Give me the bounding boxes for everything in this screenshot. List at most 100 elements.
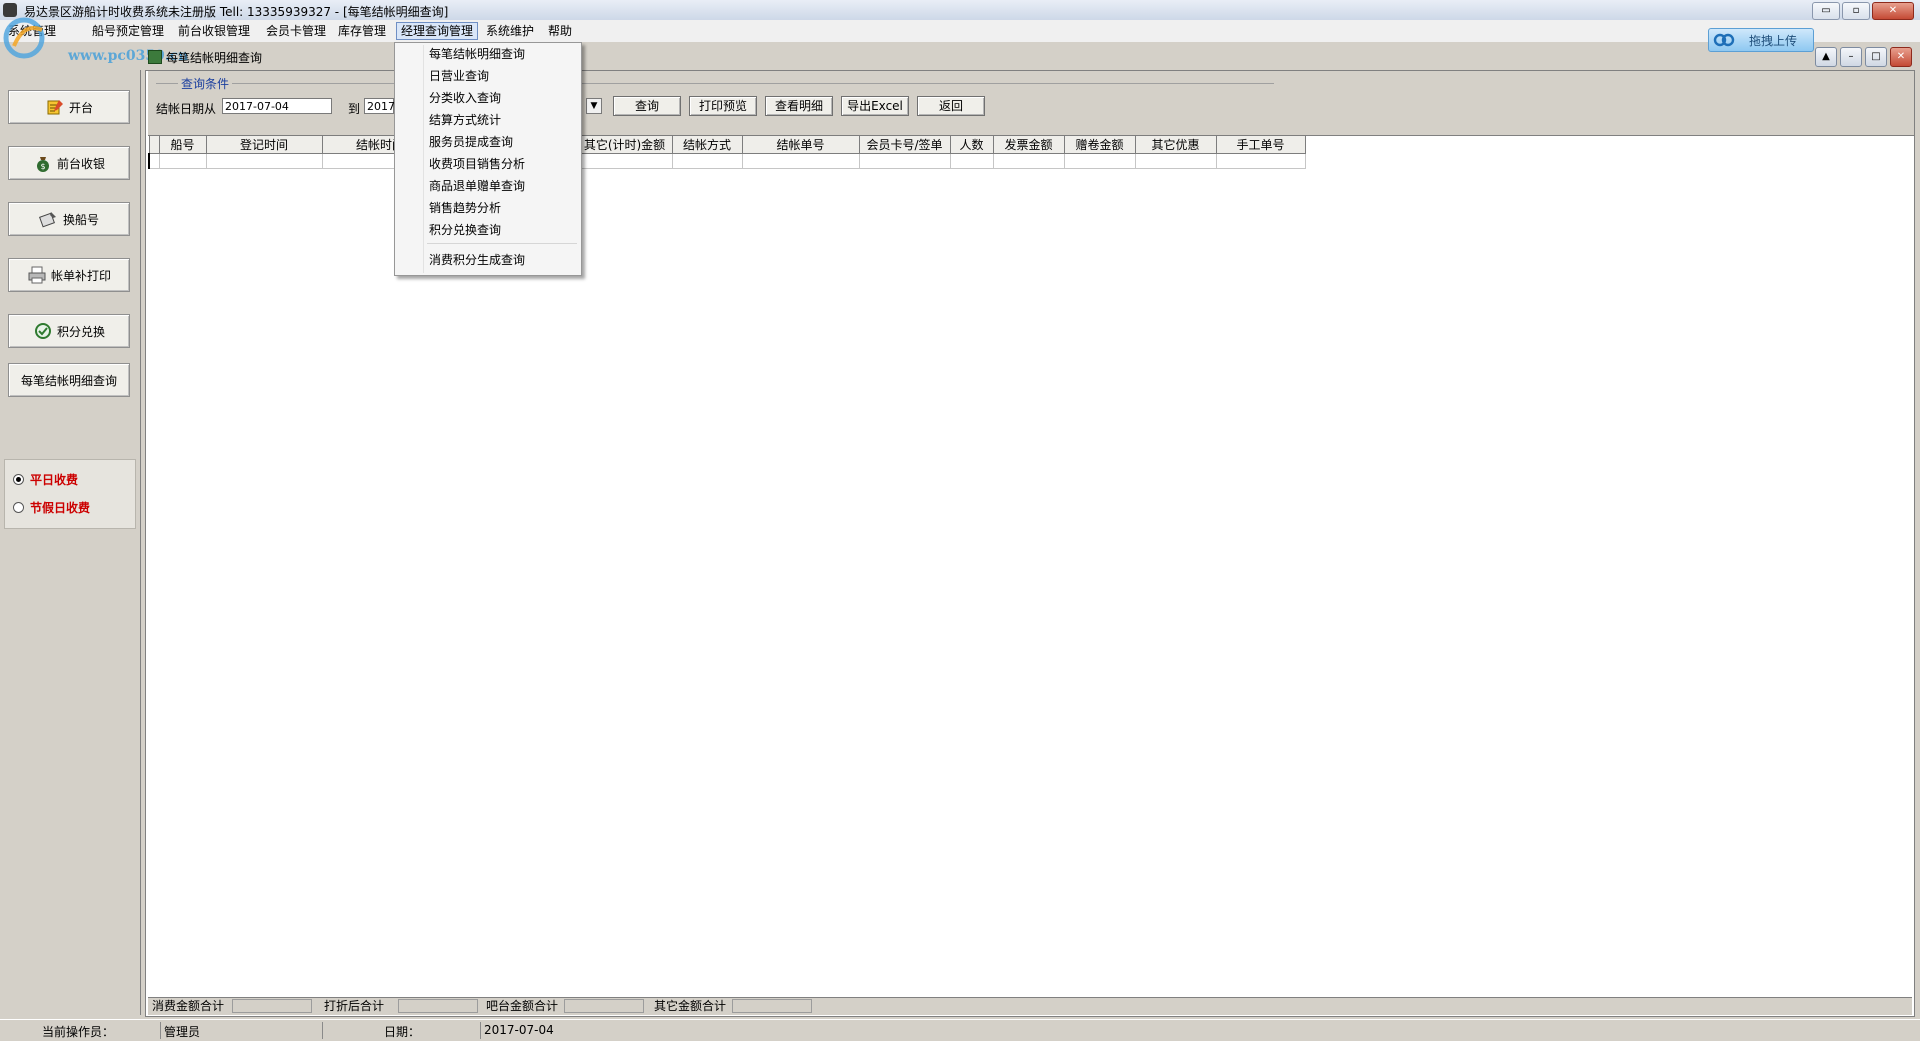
row-selector-header xyxy=(148,135,160,154)
window-title: 易达景区游船计时收费系统未注册版 Tell: 13335939327 - [每笔… xyxy=(24,5,449,19)
discounted-total-label: 打折后合计 xyxy=(324,999,385,1013)
drag-upload-button[interactable]: 拖拽上传 xyxy=(1708,28,1814,52)
menu-item-points-generation[interactable]: 消费积分生成查询 xyxy=(429,251,525,269)
child-minimize-button[interactable]: – xyxy=(1840,47,1862,67)
weekday-fee-radio[interactable]: 平日收费 xyxy=(13,470,78,488)
date-from-input[interactable]: 2017-07-04 xyxy=(222,98,332,114)
menu-boat-reservation[interactable]: 船号预定管理 xyxy=(88,23,168,39)
menu-item-settlement-stats[interactable]: 结算方式统计 xyxy=(429,111,501,129)
menu-help[interactable]: 帮助 xyxy=(544,23,576,39)
menu-manager-query[interactable]: 经理查询管理 xyxy=(396,22,479,40)
query-conditions-title: 查询条件 xyxy=(178,75,233,92)
other-amount-total-label: 其它金额合计 xyxy=(654,999,727,1013)
date-value: 2017-07-04 xyxy=(484,1023,554,1037)
status-divider xyxy=(322,1022,323,1039)
window-controls: ▭ ▫ ✕ xyxy=(1812,2,1914,20)
col-people-count[interactable]: 人数 xyxy=(949,135,994,154)
table-row[interactable] xyxy=(148,153,1306,169)
per-bill-detail-query-button[interactable]: 每笔结帐明细查询 xyxy=(8,363,130,397)
menu-gutter xyxy=(423,45,424,273)
col-other-amount[interactable]: 其它(计时)金额 xyxy=(576,135,673,154)
open-table-button[interactable]: 开台 xyxy=(8,90,130,124)
printer-icon xyxy=(28,266,46,284)
table-cell[interactable] xyxy=(1063,153,1136,169)
child-window-title: 每笔结帐明细查询 xyxy=(166,51,263,65)
menu-item-points-exchange[interactable]: 积分兑换查询 xyxy=(429,221,501,239)
table-cell[interactable] xyxy=(949,153,994,169)
menu-separator xyxy=(427,243,577,244)
query-button[interactable]: 查询 xyxy=(613,96,681,116)
watermark-logo-icon xyxy=(3,17,45,59)
child-window-icon xyxy=(148,50,162,64)
table-cell[interactable] xyxy=(148,153,160,169)
points-exchange-label: 积分兑换 xyxy=(56,324,105,339)
menu-item-daily-revenue[interactable]: 日营业查询 xyxy=(429,67,489,85)
col-invoice-amount[interactable]: 发票金额 xyxy=(992,135,1065,154)
table-cell[interactable] xyxy=(1134,153,1217,169)
view-detail-button[interactable]: 查看明细 xyxy=(765,96,833,116)
change-boat-label: 换船号 xyxy=(62,212,99,227)
holiday-fee-radio[interactable]: 节假日收费 xyxy=(13,498,90,516)
table-cell[interactable] xyxy=(576,153,673,169)
table-cell[interactable] xyxy=(158,153,207,169)
open-table-icon xyxy=(47,100,63,115)
col-boat-no[interactable]: 船号 xyxy=(158,135,207,154)
col-manual-bill-no[interactable]: 手工单号 xyxy=(1215,135,1306,154)
status-divider xyxy=(480,1022,481,1039)
menu-item-goods-refund[interactable]: 商品退单赠单查询 xyxy=(429,177,525,195)
bar-amount-total-label: 吧台金额合计 xyxy=(486,999,559,1013)
export-excel-button[interactable]: 导出Excel xyxy=(841,96,909,116)
child-maximize-button[interactable]: □ xyxy=(1865,47,1887,67)
menu-inventory[interactable]: 库存管理 xyxy=(334,23,390,39)
per-bill-detail-query-label: 每笔结帐明细查询 xyxy=(20,373,117,388)
col-member-card[interactable]: 会员卡号/签单 xyxy=(858,135,951,154)
date-to-input[interactable]: 2017- xyxy=(364,98,399,114)
table-cell[interactable] xyxy=(858,153,951,169)
col-other-discount[interactable]: 其它优惠 xyxy=(1134,135,1217,154)
col-register-time[interactable]: 登记时间 xyxy=(205,135,323,154)
points-exchange-button[interactable]: 积分兑换 xyxy=(8,314,130,348)
col-settle-bill-no[interactable]: 结帐单号 xyxy=(741,135,860,154)
table-cell[interactable] xyxy=(1215,153,1306,169)
close-button[interactable]: ✕ xyxy=(1872,2,1914,20)
manager-query-dropdown: 每笔结帐明细查询 日营业查询 分类收入查询 结算方式统计 服务员提成查询 收费项… xyxy=(394,42,582,276)
menubar: 系统管理 船号预定管理 前台收银管理 会员卡管理 库存管理 经理查询管理 系统维… xyxy=(0,20,1920,42)
table-cell[interactable] xyxy=(205,153,323,169)
menu-item-category-income[interactable]: 分类收入查询 xyxy=(429,89,501,107)
points-exchange-icon xyxy=(34,323,51,339)
return-button[interactable]: 返回 xyxy=(917,96,985,116)
child-close-button[interactable]: ✕ xyxy=(1890,47,1912,67)
left-panel: 开台 $ 前台收银 换船号 帐单补打印 积分兑换 每笔结帐明细查询 平日收费 节… xyxy=(0,70,141,1015)
restore-button[interactable]: ▫ xyxy=(1842,2,1870,20)
menu-item-waiter-commission[interactable]: 服务员提成查询 xyxy=(429,133,513,151)
weekday-fee-radio-indicator xyxy=(13,473,24,485)
menu-item-fee-item-sales[interactable]: 收费项目销售分析 xyxy=(429,155,525,173)
front-cashier-label: 前台收银 xyxy=(56,156,105,171)
svg-text:$: $ xyxy=(40,162,45,171)
table-cell[interactable] xyxy=(992,153,1065,169)
child-window-controls: ▲ – □ ✕ xyxy=(1815,47,1912,67)
menu-member-card[interactable]: 会员卡管理 xyxy=(262,23,330,39)
open-table-label: 开台 xyxy=(68,100,93,115)
child-up-button[interactable]: ▲ xyxy=(1815,47,1837,67)
table-cell[interactable] xyxy=(671,153,743,169)
reprint-bill-button[interactable]: 帐单补打印 xyxy=(8,258,130,292)
front-cashier-button[interactable]: $ 前台收银 xyxy=(8,146,130,180)
menu-front-cashier[interactable]: 前台收银管理 xyxy=(174,23,254,39)
menu-item-sales-trend[interactable]: 销售趋势分析 xyxy=(429,199,501,217)
menu-item-per-bill-detail[interactable]: 每笔结帐明细查询 xyxy=(429,45,525,63)
drag-upload-label: 拖拽上传 xyxy=(1749,34,1798,48)
col-settle-method[interactable]: 结帐方式 xyxy=(671,135,743,154)
minimize-button[interactable]: ▭ xyxy=(1812,2,1840,20)
discounted-total-value xyxy=(398,999,478,1013)
print-preview-button[interactable]: 打印预览 xyxy=(689,96,757,116)
chevron-down-icon[interactable]: ▼ xyxy=(586,98,602,114)
change-boat-button[interactable]: 换船号 xyxy=(8,202,130,236)
operator-label: 当前操作员： xyxy=(42,1025,115,1039)
menu-system-maintenance[interactable]: 系统维护 xyxy=(482,23,538,39)
fee-mode-radio-group: 平日收费 节假日收费 xyxy=(4,459,136,529)
cloud-upload-icon xyxy=(1713,33,1735,47)
table-cell[interactable] xyxy=(741,153,860,169)
money-bag-icon: $ xyxy=(36,157,49,172)
col-voucher-amount[interactable]: 赠卷金额 xyxy=(1063,135,1136,154)
